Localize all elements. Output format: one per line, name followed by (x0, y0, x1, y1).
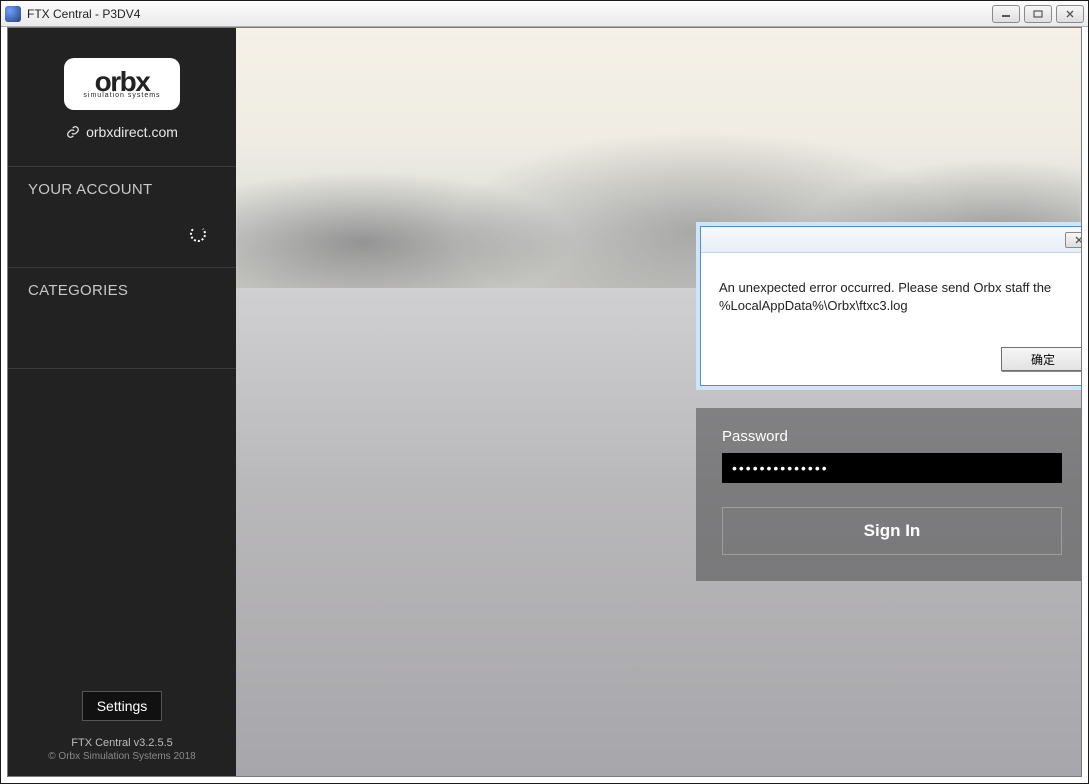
sidebar: orbx simulation systems orbxdirect.com Y… (8, 28, 236, 776)
link-icon (66, 125, 80, 139)
dialog-close-button[interactable] (1065, 232, 1082, 248)
maximize-button[interactable] (1024, 5, 1052, 23)
logo-sub-text: simulation systems (83, 92, 160, 99)
dialog-ok-button[interactable]: 确定 (1001, 347, 1082, 371)
app-body: orbx simulation systems orbxdirect.com Y… (7, 27, 1082, 777)
error-dialog: An unexpected error occurred. Please sen… (700, 226, 1082, 386)
login-panel: Password Sign In (696, 408, 1082, 581)
window-title: FTX Central - P3DV4 (27, 7, 140, 21)
app-icon (5, 6, 21, 22)
your-account-body (8, 208, 236, 268)
dialog-message: An unexpected error occurred. Please sen… (701, 253, 1082, 341)
link-text: orbxdirect.com (86, 124, 178, 140)
main-area: Password Sign In An unexpected error occ… (236, 28, 1081, 776)
loading-spinner-icon (190, 226, 206, 242)
copyright-text: © Orbx Simulation Systems 2018 (8, 751, 236, 762)
minimize-button[interactable] (992, 5, 1020, 23)
orbxdirect-link[interactable]: orbxdirect.com (8, 124, 236, 140)
window-titlebar: FTX Central - P3DV4 (1, 1, 1088, 27)
sidebar-footer: Settings FTX Central v3.2.5.5 © Orbx Sim… (8, 691, 236, 776)
dialog-titlebar[interactable] (701, 227, 1082, 253)
orbx-logo: orbx simulation systems (64, 58, 180, 110)
password-input[interactable] (722, 453, 1062, 483)
settings-button[interactable]: Settings (82, 691, 163, 721)
logo-block: orbx simulation systems orbxdirect.com (8, 28, 236, 146)
close-button[interactable] (1056, 5, 1084, 23)
your-account-header: YOUR ACCOUNT (8, 166, 236, 208)
categories-header: CATEGORIES (8, 268, 236, 309)
sign-in-button[interactable]: Sign In (722, 507, 1062, 555)
password-label: Password (722, 428, 1070, 445)
version-text: FTX Central v3.2.5.5 (8, 737, 236, 749)
logo-main-text: orbx (95, 69, 150, 94)
app-window: FTX Central - P3DV4 orbx simulation syst… (0, 0, 1089, 784)
categories-body (8, 309, 236, 369)
